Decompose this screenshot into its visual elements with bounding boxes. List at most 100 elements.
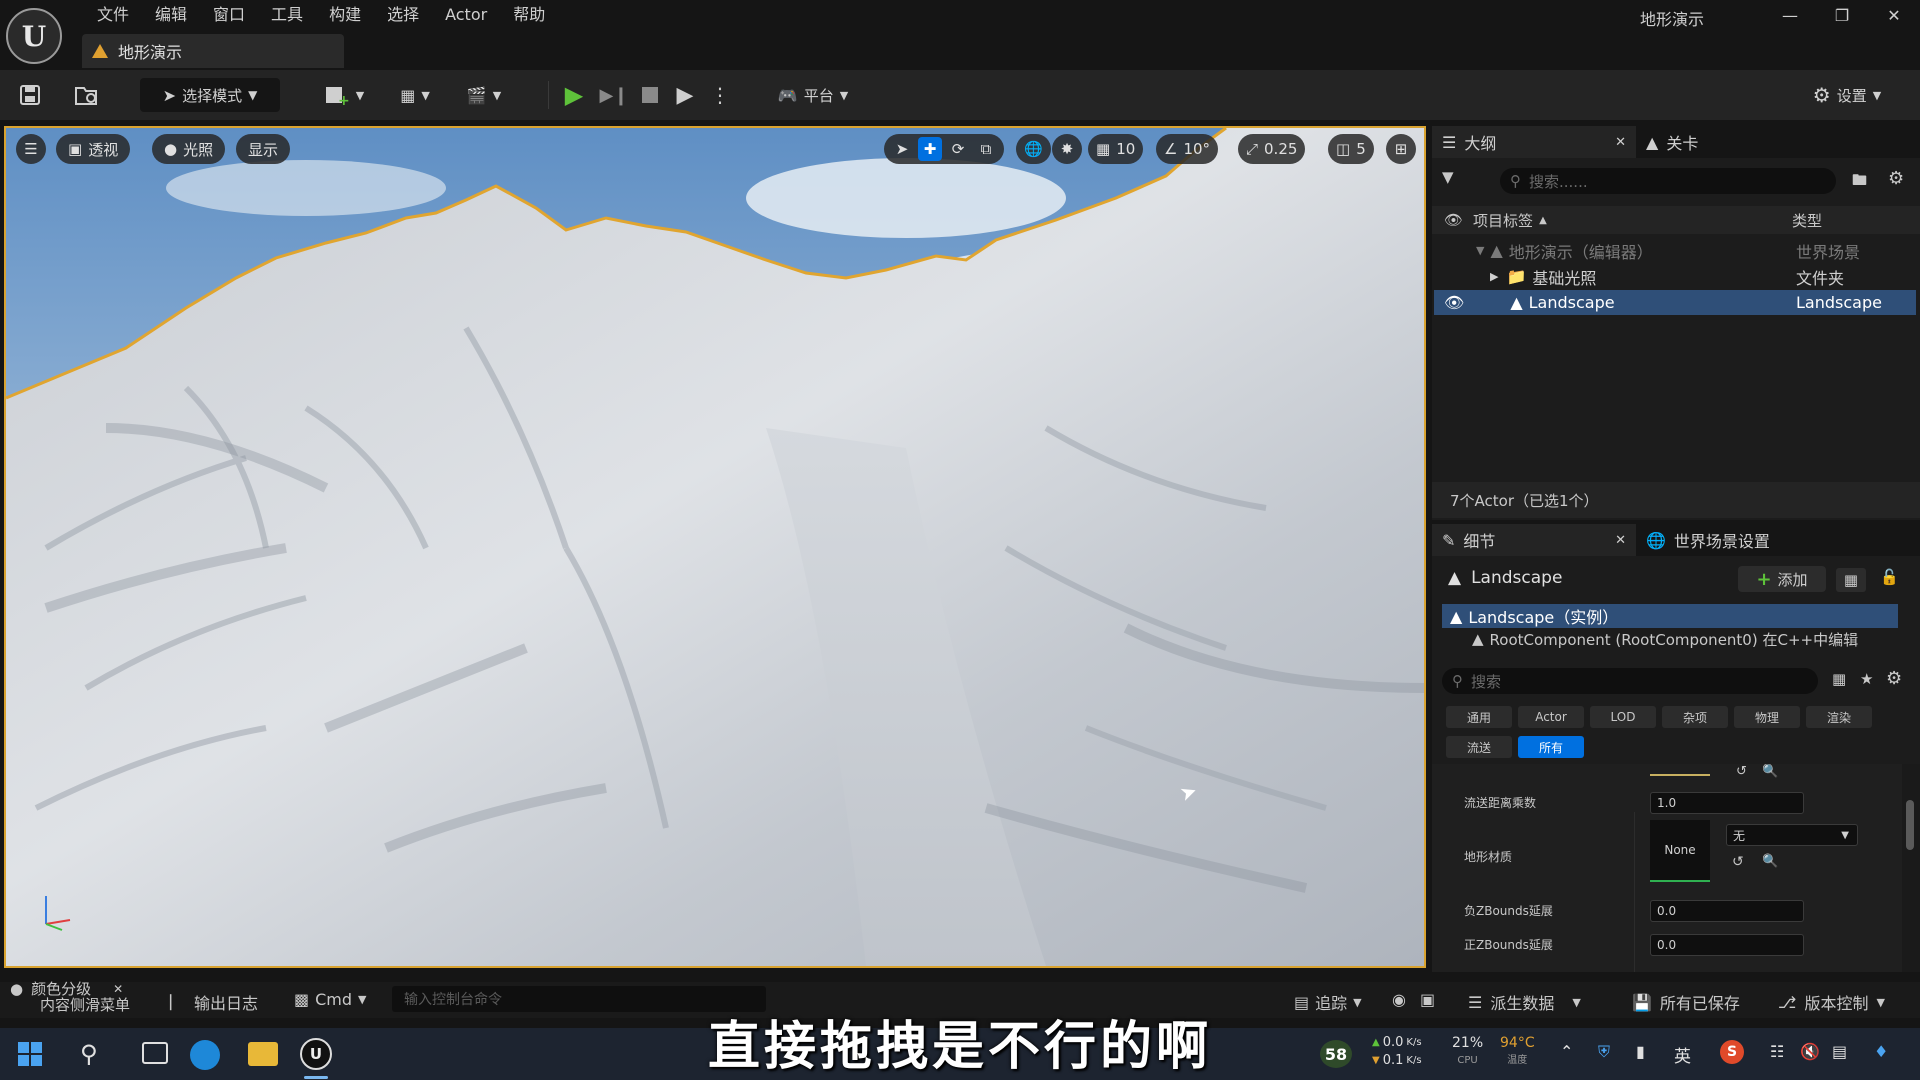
cinematics-button[interactable]: 🎬 ▼ bbox=[460, 80, 508, 110]
stop-icon[interactable] bbox=[636, 82, 664, 108]
play-icon[interactable]: ▶ bbox=[560, 81, 588, 109]
surface-snap-icon[interactable]: ✸ bbox=[1052, 134, 1082, 164]
menu-actor[interactable]: Actor bbox=[432, 0, 500, 30]
content-drawer-button[interactable]: 内容侧滑菜单 bbox=[40, 994, 130, 1015]
scale-tool-icon[interactable]: ⧉ bbox=[974, 140, 998, 158]
world-space-icon[interactable]: 🌐 bbox=[1016, 134, 1051, 164]
document-tab[interactable]: 地形演示 bbox=[82, 34, 344, 68]
search-icon[interactable]: ⚲ bbox=[80, 1040, 98, 1068]
blueprint-button[interactable]: ▦ ▼ bbox=[392, 80, 438, 110]
launch-icon[interactable]: ▶ bbox=[670, 82, 700, 108]
category-physics[interactable]: 物理 bbox=[1734, 706, 1800, 728]
tree-row-world[interactable]: ▼ ▲ 地形演示（编辑器） 世界场景 bbox=[1432, 238, 1920, 263]
windows-start-icon[interactable] bbox=[16, 1040, 44, 1068]
rotate-snap-button[interactable]: ∠ 10° bbox=[1156, 134, 1219, 164]
expand-arrow-icon[interactable]: ▼ bbox=[1476, 244, 1484, 257]
select-tool-icon[interactable]: ➤ bbox=[890, 140, 914, 158]
task-view-icon[interactable] bbox=[142, 1042, 168, 1064]
edge-browser-icon[interactable] bbox=[190, 1040, 220, 1070]
perspective-button[interactable]: ▣ 透视 bbox=[56, 134, 131, 164]
unreal-taskbar-icon[interactable]: U bbox=[300, 1038, 332, 1070]
outliner-settings-icon[interactable]: ⚙ bbox=[1888, 168, 1904, 189]
record-icon[interactable]: ◉ bbox=[1392, 990, 1406, 1009]
add-actor-button[interactable]: + ▼ bbox=[322, 80, 368, 110]
tab-details[interactable]: ✎ 细节 ✕ bbox=[1432, 524, 1636, 556]
derived-data-button[interactable]: ☰ 派生数据 ▼ bbox=[1468, 990, 1581, 1014]
visibility-eye-icon[interactable]: 👁 bbox=[1444, 211, 1463, 229]
tab-levels[interactable]: ▲ 关卡 bbox=[1636, 126, 1708, 158]
details-settings-icon[interactable]: ⚙ bbox=[1886, 668, 1902, 689]
tab-outliner[interactable]: ☰ 大纲 ✕ bbox=[1432, 126, 1636, 158]
tray-expand-icon[interactable]: ⌃ bbox=[1560, 1042, 1573, 1061]
rotate-tool-icon[interactable]: ⟳ bbox=[946, 140, 970, 158]
new-folder-icon[interactable]: 🖿 bbox=[1852, 170, 1867, 195]
restore-icon[interactable]: ❐ bbox=[1816, 0, 1868, 30]
category-all[interactable]: 所有 bbox=[1518, 736, 1584, 758]
viewport-layout-icon[interactable]: ⊞ bbox=[1386, 134, 1416, 164]
unreal-logo-icon[interactable]: U bbox=[6, 8, 62, 64]
screenshot-icon[interactable]: ▣ bbox=[1420, 990, 1435, 1009]
camera-speed-button[interactable]: ◫ 5 bbox=[1328, 134, 1374, 164]
scale-snap-button[interactable]: ⤢ 0.25 bbox=[1238, 134, 1306, 164]
save-icon[interactable] bbox=[18, 83, 42, 107]
expand-arrow-icon[interactable]: ▶ bbox=[1490, 270, 1498, 283]
viewport-options-menu-icon[interactable]: ☰ bbox=[16, 134, 46, 164]
platforms-button[interactable]: 🎮 平台 ▼ bbox=[768, 80, 858, 110]
trace-button[interactable]: ▤ 追踪 ▼ bbox=[1294, 990, 1362, 1014]
tree-row-landscape[interactable]: 👁 ▲ Landscape Landscape bbox=[1434, 290, 1916, 315]
tab-world-settings[interactable]: 🌐 世界场景设置 bbox=[1636, 524, 1780, 556]
file-explorer-icon[interactable] bbox=[248, 1042, 278, 1066]
category-rendering[interactable]: 渲染 bbox=[1806, 706, 1872, 728]
menu-file[interactable]: 文件 bbox=[84, 0, 142, 30]
root-component-row[interactable]: ▲ RootComponent (RootComponent0) 在C++中编辑 bbox=[1442, 630, 1898, 648]
translate-tool-icon[interactable]: ✚ bbox=[918, 137, 942, 161]
all-saved-button[interactable]: 💾 所有已保存 bbox=[1632, 990, 1740, 1014]
column-type-header[interactable]: 类型 bbox=[1792, 210, 1822, 231]
pos-z-bounds-input[interactable]: 0.0 bbox=[1650, 934, 1804, 956]
notification-bell-icon[interactable]: ♦ bbox=[1874, 1042, 1888, 1061]
select-mode-button[interactable]: ➤ 选择模式 ▼ bbox=[140, 78, 280, 112]
favorite-star-icon[interactable]: ★ bbox=[1860, 670, 1873, 688]
browse-icon[interactable]: 🔍 bbox=[1762, 764, 1778, 779]
category-actor[interactable]: Actor bbox=[1518, 706, 1584, 728]
filter-button[interactable]: ▼ bbox=[1442, 168, 1454, 186]
shield-icon[interactable]: ⛨ bbox=[1598, 1042, 1610, 1062]
lock-icon[interactable]: 🔓 bbox=[1880, 568, 1899, 586]
close-icon[interactable]: ✕ bbox=[1615, 533, 1626, 548]
category-misc[interactable]: 杂项 bbox=[1662, 706, 1728, 728]
minimize-icon[interactable]: — bbox=[1764, 0, 1816, 30]
table-view-icon[interactable]: ▦ bbox=[1832, 670, 1846, 688]
category-general[interactable]: 通用 bbox=[1446, 706, 1512, 728]
neg-z-bounds-input[interactable]: 0.0 bbox=[1650, 900, 1804, 922]
component-instance-row[interactable]: ▲ Landscape（实例） bbox=[1442, 604, 1898, 628]
add-component-button[interactable]: + 添加 bbox=[1738, 566, 1826, 592]
battery-icon[interactable]: ▤ bbox=[1832, 1042, 1847, 1061]
tree-row-folder[interactable]: ▶ 📁 基础光照 文件夹 bbox=[1432, 264, 1920, 289]
details-search-input[interactable]: ⚲ 搜索 bbox=[1442, 668, 1818, 694]
content-browser-icon[interactable] bbox=[74, 83, 100, 107]
material-thumbnail[interactable]: None bbox=[1650, 820, 1710, 882]
settings-button[interactable]: ⚙ 设置 ▼ bbox=[1800, 80, 1894, 110]
menu-help[interactable]: 帮助 bbox=[500, 0, 558, 30]
wifi-icon[interactable]: ☷ bbox=[1770, 1042, 1784, 1061]
details-scrollbar-thumb[interactable] bbox=[1906, 800, 1914, 850]
grid-snap-button[interactable]: ▦ 10 bbox=[1088, 134, 1144, 164]
close-icon[interactable]: ✕ bbox=[1868, 0, 1920, 30]
category-lod[interactable]: LOD bbox=[1590, 706, 1656, 728]
output-log-button[interactable]: ⎸ 输出日志 bbox=[170, 990, 258, 1014]
reset-icon[interactable]: ↺ bbox=[1736, 764, 1747, 779]
visibility-eye-icon[interactable]: 👁 bbox=[1444, 293, 1464, 312]
category-streaming[interactable]: 流送 bbox=[1446, 736, 1512, 758]
step-icon[interactable]: ▶❙ bbox=[600, 82, 629, 108]
browse-icon[interactable]: 🔍 bbox=[1762, 854, 1778, 869]
use-selected-icon[interactable]: ↺ bbox=[1732, 854, 1744, 870]
material-dropdown[interactable]: 无 ▼ bbox=[1726, 824, 1858, 846]
close-icon[interactable]: ✕ bbox=[1615, 135, 1626, 150]
details-scrollbar[interactable] bbox=[1902, 764, 1920, 972]
lighting-button[interactable]: ● 光照 bbox=[152, 134, 226, 164]
source-control-button[interactable]: ⎇ 版本控制 ▼ bbox=[1778, 990, 1885, 1014]
sogou-ime-icon[interactable]: S bbox=[1720, 1040, 1744, 1064]
cmd-dropdown[interactable]: ▩ Cmd ▼ bbox=[294, 990, 367, 1009]
show-button[interactable]: 显示 bbox=[236, 134, 291, 164]
menu-edit[interactable]: 编辑 bbox=[142, 0, 200, 30]
